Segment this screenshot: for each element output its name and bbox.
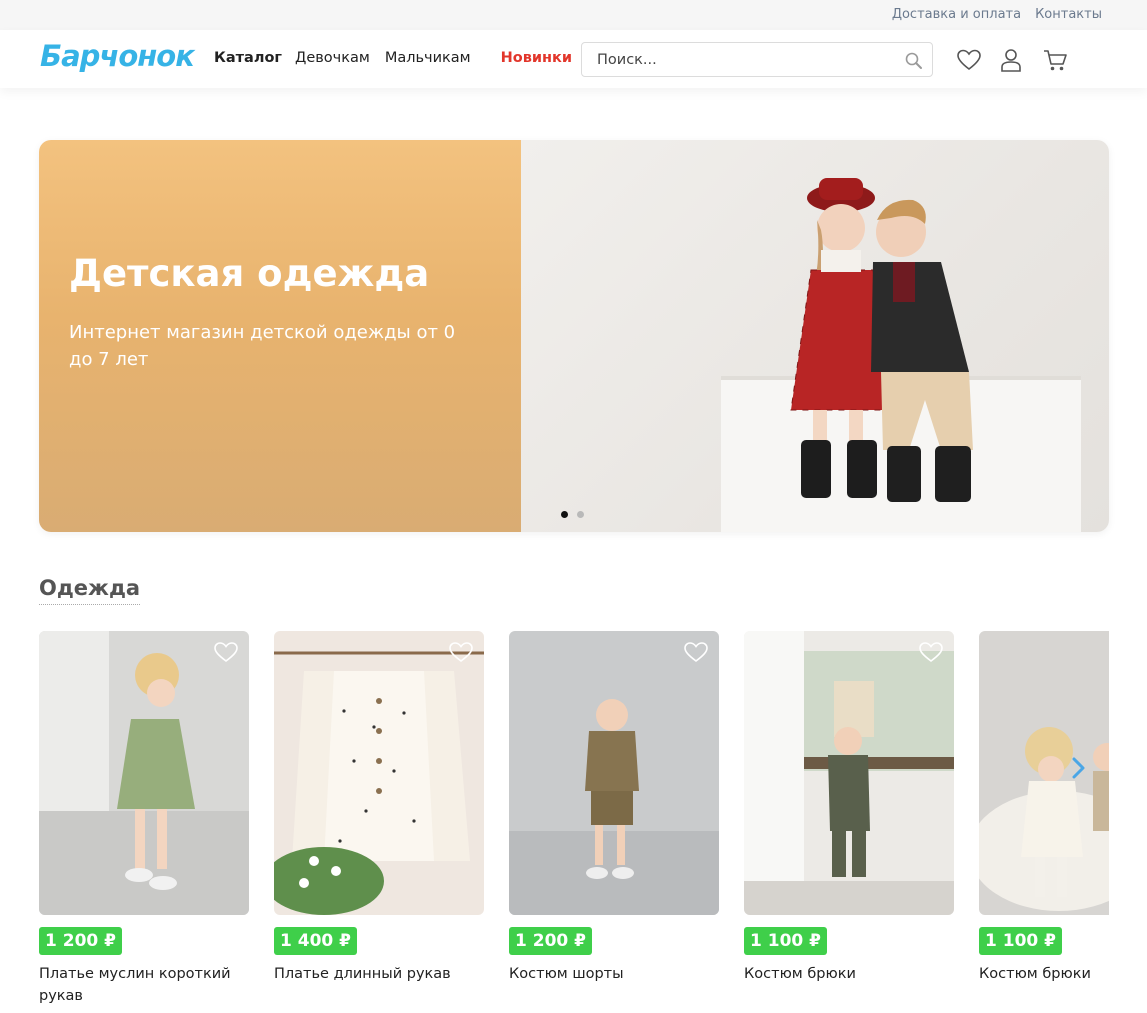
price-badge: 1 200 ₽ [509, 927, 592, 955]
hero-text-panel: Детская одежда Интернет магазин детской … [39, 140, 521, 532]
product-carousel: 1 200 ₽ Платье муслин короткий рукав 1 4… [39, 631, 1109, 1013]
hero-title: Детская одежда [69, 252, 430, 295]
price-badge: 1 100 ₽ [744, 927, 827, 955]
product-photo [509, 631, 719, 915]
carousel-next-arrow-icon[interactable] [1068, 755, 1088, 781]
favorite-heart-icon[interactable] [683, 640, 709, 664]
hero-banner[interactable]: Детская одежда Интернет магазин детской … [39, 140, 1109, 532]
product-image[interactable] [744, 631, 954, 915]
product-card[interactable]: 1 400 ₽ Платье длинный рукав [274, 631, 484, 985]
nav-girls[interactable]: Девочкам [295, 50, 370, 66]
nav-new[interactable]: Новинки [501, 50, 572, 66]
nav-boys[interactable]: Мальчикам [385, 50, 471, 66]
product-card[interactable]: 1 200 ₽ Костюм шорты [509, 631, 719, 985]
product-photo [39, 631, 249, 915]
product-name[interactable]: Костюм брюки [744, 963, 949, 985]
favorite-heart-icon[interactable] [213, 640, 239, 664]
product-name[interactable]: Костюм брюки [979, 963, 1109, 985]
heart-icon[interactable] [956, 47, 982, 73]
favorite-heart-icon[interactable] [918, 640, 944, 664]
site-header: Барчонок Каталог Девочкам Мальчикам Нови… [0, 30, 1147, 88]
search-input[interactable] [582, 43, 882, 76]
delivery-link[interactable]: Доставка и оплата [892, 7, 1021, 22]
product-image[interactable] [274, 631, 484, 915]
slider-dot-1[interactable] [561, 511, 568, 518]
section-title[interactable]: Одежда [39, 576, 141, 605]
product-image[interactable] [509, 631, 719, 915]
nav-catalog[interactable]: Каталог [214, 50, 282, 66]
product-photo [744, 631, 954, 915]
product-image[interactable] [979, 631, 1109, 915]
product-name[interactable]: Платье длинный рукав [274, 963, 479, 985]
hero-photo [521, 140, 1109, 532]
product-card[interactable]: 1 100 ₽ Костюм брюки [744, 631, 954, 985]
hero-subtitle: Интернет магазин детской одежды от 0 до … [69, 322, 456, 370]
price-badge: 1 100 ₽ [979, 927, 1062, 955]
logo[interactable]: Барчонок [40, 39, 195, 73]
favorite-heart-icon[interactable] [448, 640, 474, 664]
price-badge: 1 200 ₽ [39, 927, 122, 955]
contacts-link[interactable]: Контакты [1035, 7, 1102, 22]
product-photo [274, 631, 484, 915]
hero-kids-illustration [721, 178, 1081, 532]
slider-dots [561, 511, 584, 518]
search-box [581, 42, 933, 77]
top-utility-bar: Доставка и оплата Контакты [0, 0, 1147, 30]
price-badge: 1 400 ₽ [274, 927, 357, 955]
main-nav: Каталог Девочкам Мальчикам Новинки [214, 50, 572, 66]
product-image[interactable] [39, 631, 249, 915]
product-name[interactable]: Платье муслин короткий рукав [39, 963, 244, 1007]
cart-icon[interactable] [1042, 47, 1068, 73]
product-name[interactable]: Костюм шорты [509, 963, 714, 985]
user-icon[interactable] [998, 47, 1024, 73]
slider-dot-2[interactable] [577, 511, 584, 518]
product-card[interactable]: 1 100 ₽ Костюм брюки [979, 631, 1109, 985]
product-photo [979, 631, 1109, 915]
utility-links: Доставка и оплата Контакты [892, 7, 1102, 22]
product-card[interactable]: 1 200 ₽ Платье муслин короткий рукав [39, 631, 249, 1007]
search-icon[interactable] [904, 51, 924, 71]
